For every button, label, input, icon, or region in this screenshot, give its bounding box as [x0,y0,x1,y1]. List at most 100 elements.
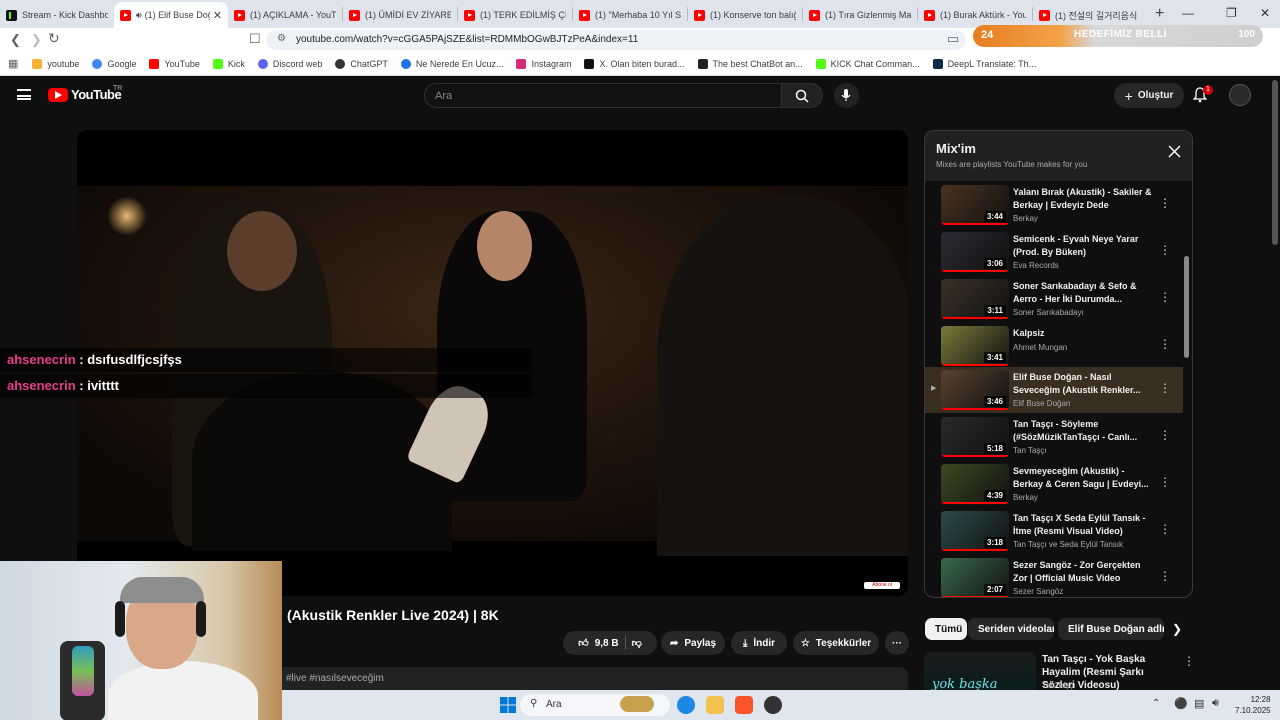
mix-item[interactable]: 3:44 Yalanı Bırak (Akustik) - Sakiler & B… [925,182,1183,228]
mix-item-channel[interactable]: Berkay [1013,214,1038,223]
browser-tab[interactable]: (1) Konserve ton balığı [688,2,802,28]
mix-item-channel[interactable]: Ahmet Mungan [1013,343,1067,352]
mix-thumbnail[interactable]: 3:44 [941,185,1009,225]
minimize-icon[interactable]: — [1182,6,1194,20]
recommended-channel[interactable]: Tan Taşçı [1042,681,1076,690]
tray-chevron-icon[interactable]: ⌃ [1152,698,1160,709]
mix-item-title[interactable]: Elif Buse Doğan - Nasıl Seveceğim (Akust… [1013,371,1153,397]
item-menu-icon[interactable]: ⋮ [1159,337,1171,351]
obs-icon[interactable] [764,696,782,714]
bookmark-item[interactable]: Ne Nerede En Ucuz... [400,58,503,69]
site-info-icon[interactable]: ⚙ [277,33,286,44]
recommended-menu-icon[interactable]: ⋮ [1183,654,1195,668]
browser-tab[interactable]: 🔊︎(1) Elif Buse Doğan✕ [114,2,228,28]
bookmark-icon[interactable]: ☐ [249,31,261,47]
browser-tab[interactable]: Stream - Kick Dashboard [0,2,114,28]
chevron-right-icon[interactable]: ❯ [1172,622,1182,636]
omnibox[interactable]: ⚙ youtube.com/watch?v=cGGA5PAjSZE&list=R… [266,30,966,50]
new-tab-button[interactable]: + [1155,5,1164,23]
reload-icon[interactable]: ↻ [48,30,60,47]
item-menu-icon[interactable]: ⋮ [1159,196,1171,210]
bookmark-item[interactable]: youtube [32,58,79,69]
mix-item-title[interactable]: Sevmeyeceğim (Akustik) - Berkay & Ceren … [1013,465,1153,491]
item-menu-icon[interactable]: ⋮ [1159,243,1171,257]
filter-chip[interactable]: Tümü [925,618,967,640]
tray-mic-icon[interactable]: ⚫ [1174,697,1188,710]
mix-item[interactable]: 3:06 Semicenk - Eyvah Neye Yarar (Prod. B… [925,229,1183,275]
close-icon[interactable] [1168,145,1181,158]
bookmark-item[interactable]: Instagram [516,58,571,69]
create-button[interactable]: + Oluştur [1114,83,1184,108]
item-menu-icon[interactable]: ⋮ [1159,475,1171,489]
mix-scrollbar[interactable] [1184,187,1189,591]
taskbar-clock[interactable]: 12:28 7.10.2025 [1235,694,1271,716]
forward-icon[interactable]: ❯ [31,32,42,48]
mix-thumbnail[interactable]: 4:39 [941,464,1009,504]
recommended-thumbnail[interactable]: yok başka hayalim [924,652,1036,692]
account-avatar[interactable] [1229,84,1251,106]
browser-tab[interactable]: (1) TERK EDİLMİŞ ÇİNLİ [458,2,572,28]
item-menu-icon[interactable]: ⋮ [1159,381,1171,395]
mix-item[interactable]: ▶ 3:46 Elif Buse Doğan - Nasıl Seveceğim (… [925,367,1183,413]
item-menu-icon[interactable]: ⋮ [1159,428,1171,442]
mix-item-title[interactable]: Semicenk - Eyvah Neye Yarar (Prod. By Bü… [1013,233,1153,259]
search-input[interactable] [425,84,781,108]
browser-tab[interactable]: (1) AÇIKLAMA - YouTube [228,2,342,28]
bookmark-item[interactable]: Discord web [257,58,322,69]
taskbar-search[interactable]: ⚲ Ara [520,694,670,716]
bookmark-item[interactable]: Google [92,58,136,69]
bookmark-item[interactable]: DeepL Translate: Th... [932,58,1036,69]
mix-scrollbar-thumb[interactable] [1184,256,1189,358]
cast-icon[interactable]: ▭ [947,31,959,47]
brave-icon[interactable] [735,696,753,714]
mix-item-channel[interactable]: Sezer Sangöz [1013,587,1063,596]
mix-thumbnail[interactable]: 3:18 [941,511,1009,551]
share-button[interactable]: ➦ Paylaş [661,631,725,655]
mix-item-title[interactable]: Tan Taşçı X Seda Eylül Tansık - İtme (Re… [1013,512,1153,538]
bookmark-item[interactable]: KICK Chat Comman... [815,58,920,69]
mix-thumbnail[interactable]: 3:06 [941,232,1009,272]
search-button[interactable] [781,83,823,108]
bookmark-item[interactable]: YouTube [149,58,200,69]
more-actions-button[interactable]: ··· [885,631,909,655]
close-tab-icon[interactable]: ✕ [213,9,222,22]
filter-chip[interactable]: Elif Buse Doğan adlı y [1058,618,1164,640]
tray-volume-icon[interactable]: 🔊︎ [1212,697,1219,710]
mix-item-title[interactable]: Soner Sarıkabadayı & Sefo & Aerro - Her … [1013,280,1153,306]
mix-item[interactable]: 3:41 Kalpsiz Ahmet Mungan ⋮ [925,323,1183,369]
mix-item[interactable]: 3:11 Soner Sarıkabadayı & Sefo & Aerro - … [925,276,1183,322]
mix-item-channel[interactable]: Tan Taşçı ve Seda Eylül Tansık [1013,540,1123,549]
windows-start-icon[interactable] [500,697,516,713]
mix-item-title[interactable]: Kalpsiz [1013,327,1153,340]
youtube-logo-icon[interactable] [48,88,68,102]
search-box[interactable] [424,83,782,108]
like-button[interactable]: 👍︎ 9,8 B [578,637,618,650]
mix-thumbnail[interactable]: 2:07 [941,558,1009,597]
mix-item[interactable]: 4:39 Sevmeyeceğim (Akustik) - Berkay & Ce… [925,461,1183,507]
bookmark-item[interactable]: Kick [212,58,245,69]
back-icon[interactable]: ❮ [10,32,21,48]
browser-tab[interactable]: (1) "Merhaba 10 Yıl Sonra [573,2,687,28]
mix-item-title[interactable]: Yalanı Bırak (Akustik) - Sakiler & Berka… [1013,186,1153,212]
mix-item-title[interactable]: Tan Taşçı - Söyleme (#SözMüzikTanTaşçı -… [1013,418,1153,444]
download-button[interactable]: ⤓ İndir [731,631,787,655]
subscribe-watermark[interactable]: Abone ol [864,582,900,589]
page-scrollbar-thumb[interactable] [1272,80,1278,245]
browser-tab[interactable]: (1) ÜMİDİ EV ZİYARETİ [343,2,457,28]
filter-chip[interactable]: Seriden videolar [968,618,1054,640]
browser-tab[interactable]: (1) Tıra Gizlenmiş Mat [803,2,917,28]
menu-icon[interactable] [17,89,31,100]
file-explorer-icon[interactable] [706,696,724,714]
item-menu-icon[interactable]: ⋮ [1159,290,1171,304]
mix-thumbnail[interactable]: 5:18 [941,417,1009,457]
item-menu-icon[interactable]: ⋮ [1159,569,1171,583]
close-window-icon[interactable]: ✕ [1260,6,1270,20]
maximize-icon[interactable]: ❐ [1226,6,1237,20]
mix-item-channel[interactable]: Berkay [1013,493,1038,502]
voice-search-button[interactable] [834,83,859,108]
item-menu-icon[interactable]: ⋮ [1159,522,1171,536]
apps-grid-icon[interactable]: ▦ [8,57,18,70]
mix-item-channel[interactable]: Tan Taşçı [1013,446,1047,455]
tray-network-icon[interactable]: ▤ [1194,697,1204,710]
mix-item[interactable]: 5:18 Tan Taşçı - Söyleme (#SözMüzikTanTaş… [925,414,1183,460]
